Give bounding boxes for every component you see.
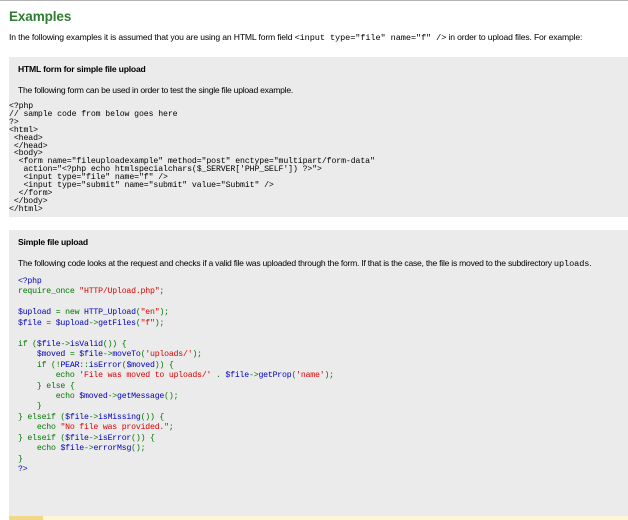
intro-text-after: in order to upload files. For example: xyxy=(446,32,583,42)
top-divider xyxy=(0,0,628,1)
html-form-example-box: HTML form for simple file upload The fol… xyxy=(9,57,628,217)
next-section-edge xyxy=(9,516,628,520)
php-upload-code-block: <?php require_once "HTTP/Upload.php"; $u… xyxy=(18,277,334,475)
section-heading-html-form: HTML form for simple file upload xyxy=(18,64,146,74)
section-description-html-form: The following form can be used in order … xyxy=(18,85,293,95)
simple-upload-description-after: . xyxy=(589,258,592,268)
page-title: Examples xyxy=(9,9,72,24)
simple-upload-example-box: Simple file upload The following code lo… xyxy=(9,230,628,520)
intro-inline-code: <input type="file" name="f" /> xyxy=(294,33,447,43)
section-description-simple-upload: The following code looks at the request … xyxy=(18,258,592,269)
simple-upload-description-before: The following code looks at the request … xyxy=(18,258,554,268)
section-heading-simple-upload: Simple file upload xyxy=(18,237,88,247)
html-form-code-block: <?php // sample code from below goes her… xyxy=(9,102,375,214)
next-section-marker xyxy=(9,516,43,520)
intro-text: In the following examples it is assumed … xyxy=(9,32,582,43)
intro-text-before: In the following examples it is assumed … xyxy=(9,32,295,42)
uploads-inline-code: uploads xyxy=(553,259,590,269)
